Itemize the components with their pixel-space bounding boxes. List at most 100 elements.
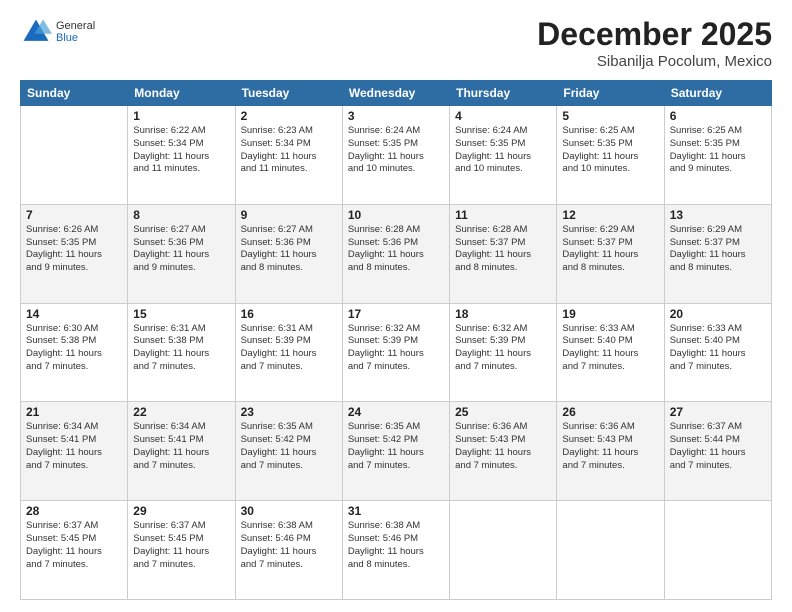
table-row: 2Sunrise: 6:23 AM Sunset: 5:34 PM Daylig… — [235, 106, 342, 205]
cell-info: Sunrise: 6:34 AM Sunset: 5:41 PM Dayligh… — [133, 421, 229, 472]
table-row: 31Sunrise: 6:38 AM Sunset: 5:46 PM Dayli… — [342, 501, 449, 600]
cell-info: Sunrise: 6:32 AM Sunset: 5:39 PM Dayligh… — [348, 323, 444, 374]
day-header-tuesday: Tuesday — [235, 81, 342, 106]
day-header-monday: Monday — [128, 81, 235, 106]
table-row: 23 Sunrise: 6:35 AM Sunset: 5:42 PM Dayli… — [235, 402, 342, 501]
calendar-week-row: 21 Sunrise: 6:34 AM Sunset: 5:41 PM Dayli… — [21, 402, 772, 501]
cell-info: Sunrise: 6:33 AM Sunset: 5:40 PM Dayligh… — [562, 323, 658, 374]
cell-info: Sunrise: 6:37 AM Sunset: 5:45 PM Dayligh… — [133, 520, 229, 571]
table-row: 16Sunrise: 6:31 AM Sunset: 5:39 PM Dayli… — [235, 303, 342, 402]
cell-day-number: 10 — [348, 208, 444, 222]
cell-info: Sunrise: 6:25 AM Sunset: 5:35 PM Dayligh… — [670, 125, 766, 176]
cell-day-number: 24 — [348, 405, 444, 419]
cell-day-number: 22 — [133, 405, 229, 419]
table-row: 22 Sunrise: 6:34 AM Sunset: 5:41 PM Dayli… — [128, 402, 235, 501]
table-row: 3 Sunrise: 6:24 AM Sunset: 5:35 PM Daylig… — [342, 106, 449, 205]
day-header-sunday: Sunday — [21, 81, 128, 106]
table-row: 20 Sunrise: 6:33 AM Sunset: 5:40 PM Dayli… — [664, 303, 771, 402]
cell-day-number: 13 — [670, 208, 766, 222]
cell-info: Sunrise: 6:31 AM Sunset: 5:38 PM Dayligh… — [133, 323, 229, 374]
table-row — [450, 501, 557, 600]
table-row: 21 Sunrise: 6:34 AM Sunset: 5:41 PM Dayli… — [21, 402, 128, 501]
cell-day-number: 20 — [670, 307, 766, 321]
cell-day-number: 25 — [455, 405, 551, 419]
table-row: 30 Sunrise: 6:38 AM Sunset: 5:46 PM Dayli… — [235, 501, 342, 600]
calendar-week-row: 1 Sunrise: 6:22 AM Sunset: 5:34 PM Daylig… — [21, 106, 772, 205]
cell-info: Sunrise: 6:28 AM Sunset: 5:36 PM Dayligh… — [348, 224, 444, 275]
cell-day-number: 9 — [241, 208, 337, 222]
cell-day-number: 23 — [241, 405, 337, 419]
calendar-week-row: 14 Sunrise: 6:30 AM Sunset: 5:38 PM Dayli… — [21, 303, 772, 402]
table-row: 9 Sunrise: 6:27 AM Sunset: 5:36 PM Daylig… — [235, 204, 342, 303]
cell-day-number: 29 — [133, 504, 229, 518]
cell-info: Sunrise: 6:27 AM Sunset: 5:36 PM Dayligh… — [133, 224, 229, 275]
table-row: 29 Sunrise: 6:37 AM Sunset: 5:45 PM Dayli… — [128, 501, 235, 600]
table-row: 28 Sunrise: 6:37 AM Sunset: 5:45 PM Dayli… — [21, 501, 128, 600]
table-row: 15 Sunrise: 6:31 AM Sunset: 5:38 PM Dayli… — [128, 303, 235, 402]
cell-day-number: 1 — [133, 109, 229, 123]
table-row: 12 Sunrise: 6:29 AM Sunset: 5:37 PM Dayli… — [557, 204, 664, 303]
cell-day-number: 14 — [26, 307, 122, 321]
cell-day-number: 30 — [241, 504, 337, 518]
cell-info: Sunrise: 6:36 AM Sunset: 5:43 PM Dayligh… — [455, 421, 551, 472]
cell-info: Sunrise: 6:22 AM Sunset: 5:34 PM Dayligh… — [133, 125, 229, 176]
table-row: 27 Sunrise: 6:37 AM Sunset: 5:44 PM Dayli… — [664, 402, 771, 501]
cell-info: Sunrise: 6:30 AM Sunset: 5:38 PM Dayligh… — [26, 323, 122, 374]
table-row: 24Sunrise: 6:35 AM Sunset: 5:42 PM Dayli… — [342, 402, 449, 501]
cell-info: Sunrise: 6:23 AM Sunset: 5:34 PM Dayligh… — [241, 125, 337, 176]
cell-info: Sunrise: 6:27 AM Sunset: 5:36 PM Dayligh… — [241, 224, 337, 275]
logo-text: General Blue — [56, 20, 95, 44]
logo-blue: Blue — [56, 32, 78, 44]
cell-day-number: 31 — [348, 504, 444, 518]
month-title: December 2025 — [537, 16, 772, 53]
cell-info: Sunrise: 6:28 AM Sunset: 5:37 PM Dayligh… — [455, 224, 551, 275]
cell-info: Sunrise: 6:24 AM Sunset: 5:35 PM Dayligh… — [348, 125, 444, 176]
cell-info: Sunrise: 6:34 AM Sunset: 5:41 PM Dayligh… — [26, 421, 122, 472]
cell-day-number: 11 — [455, 208, 551, 222]
table-row: 6 Sunrise: 6:25 AM Sunset: 5:35 PM Daylig… — [664, 106, 771, 205]
cell-info: Sunrise: 6:26 AM Sunset: 5:35 PM Dayligh… — [26, 224, 122, 275]
table-row — [664, 501, 771, 600]
calendar-week-row: 7Sunrise: 6:26 AM Sunset: 5:35 PM Daylig… — [21, 204, 772, 303]
page: General Blue December 2025 Sibanilja Poc… — [0, 0, 792, 612]
title-area: December 2025 Sibanilja Pocolum, Mexico — [537, 16, 772, 70]
cell-day-number: 8 — [133, 208, 229, 222]
cell-info: Sunrise: 6:35 AM Sunset: 5:42 PM Dayligh… — [241, 421, 337, 472]
cell-info: Sunrise: 6:29 AM Sunset: 5:37 PM Dayligh… — [562, 224, 658, 275]
cell-day-number: 19 — [562, 307, 658, 321]
cell-day-number: 18 — [455, 307, 551, 321]
cell-info: Sunrise: 6:38 AM Sunset: 5:46 PM Dayligh… — [241, 520, 337, 571]
cell-info: Sunrise: 6:32 AM Sunset: 5:39 PM Dayligh… — [455, 323, 551, 374]
cell-day-number: 12 — [562, 208, 658, 222]
table-row: 1 Sunrise: 6:22 AM Sunset: 5:34 PM Daylig… — [128, 106, 235, 205]
day-header-friday: Friday — [557, 81, 664, 106]
day-header-saturday: Saturday — [664, 81, 771, 106]
day-header-thursday: Thursday — [450, 81, 557, 106]
cell-day-number: 15 — [133, 307, 229, 321]
table-row: 25 Sunrise: 6:36 AM Sunset: 5:43 PM Dayli… — [450, 402, 557, 501]
cell-info: Sunrise: 6:29 AM Sunset: 5:37 PM Dayligh… — [670, 224, 766, 275]
cell-day-number: 28 — [26, 504, 122, 518]
cell-day-number: 21 — [26, 405, 122, 419]
cell-day-number: 27 — [670, 405, 766, 419]
cell-day-number: 6 — [670, 109, 766, 123]
cell-info: Sunrise: 6:31 AM Sunset: 5:39 PM Dayligh… — [241, 323, 337, 374]
cell-day-number: 3 — [348, 109, 444, 123]
logo-area: General Blue — [20, 16, 95, 48]
table-row: 8 Sunrise: 6:27 AM Sunset: 5:36 PM Daylig… — [128, 204, 235, 303]
table-row: 10 Sunrise: 6:28 AM Sunset: 5:36 PM Dayli… — [342, 204, 449, 303]
cell-info: Sunrise: 6:37 AM Sunset: 5:45 PM Dayligh… — [26, 520, 122, 571]
cell-day-number: 26 — [562, 405, 658, 419]
logo-icon — [20, 16, 52, 48]
table-row: 4Sunrise: 6:24 AM Sunset: 5:35 PM Daylig… — [450, 106, 557, 205]
cell-info: Sunrise: 6:37 AM Sunset: 5:44 PM Dayligh… — [670, 421, 766, 472]
table-row: 5 Sunrise: 6:25 AM Sunset: 5:35 PM Daylig… — [557, 106, 664, 205]
header: General Blue December 2025 Sibanilja Poc… — [20, 16, 772, 70]
table-row — [21, 106, 128, 205]
cell-info: Sunrise: 6:33 AM Sunset: 5:40 PM Dayligh… — [670, 323, 766, 374]
cell-day-number: 5 — [562, 109, 658, 123]
location-title: Sibanilja Pocolum, Mexico — [537, 53, 772, 70]
table-row: 17Sunrise: 6:32 AM Sunset: 5:39 PM Dayli… — [342, 303, 449, 402]
table-row: 19 Sunrise: 6:33 AM Sunset: 5:40 PM Dayli… — [557, 303, 664, 402]
cell-info: Sunrise: 6:25 AM Sunset: 5:35 PM Dayligh… — [562, 125, 658, 176]
